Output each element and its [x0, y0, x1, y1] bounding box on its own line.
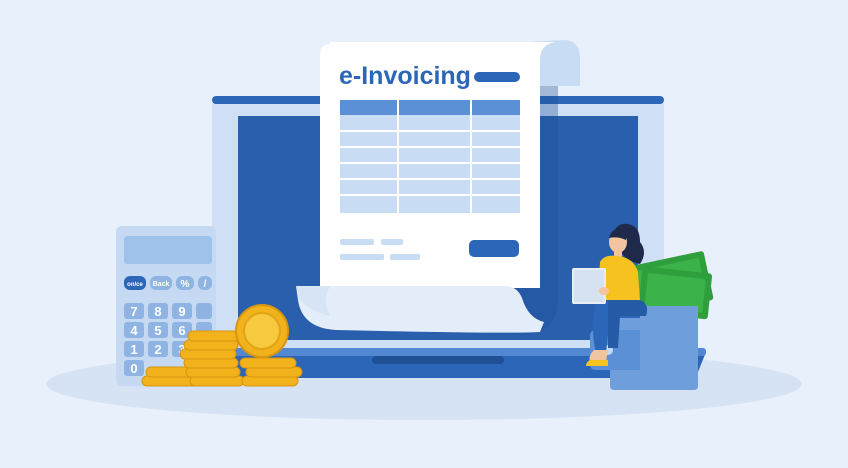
calc-key-percent: %: [181, 279, 190, 290]
calc-key-8: 8: [154, 304, 161, 319]
calc-key-5: 5: [154, 323, 161, 338]
calc-key-1: 1: [130, 342, 137, 357]
calc-key-2: 2: [154, 342, 161, 357]
title-accent-bar: [474, 72, 520, 82]
e-invoicing-illustration: e-Invoicing on/ce Back % / 7 8 9 4 5 6 1…: [0, 0, 848, 468]
calc-key-on-ce: on/ce: [127, 282, 143, 288]
calc-key-0: 0: [130, 361, 137, 376]
calc-key-4: 4: [130, 323, 138, 338]
invoice-table: [340, 100, 520, 213]
calc-key-back: Back: [153, 281, 170, 288]
calc-key-7: 7: [130, 304, 137, 319]
invoice-pay-button: [469, 240, 519, 257]
calc-key-6: 6: [178, 323, 185, 338]
invoice-title: e-Invoicing: [339, 62, 471, 90]
illustration-canvas: e-Invoicing on/ce Back % / 7 8 9 4 5 6 1…: [0, 0, 848, 468]
calc-key-divide: /: [204, 279, 207, 290]
calc-key-9: 9: [178, 304, 185, 319]
